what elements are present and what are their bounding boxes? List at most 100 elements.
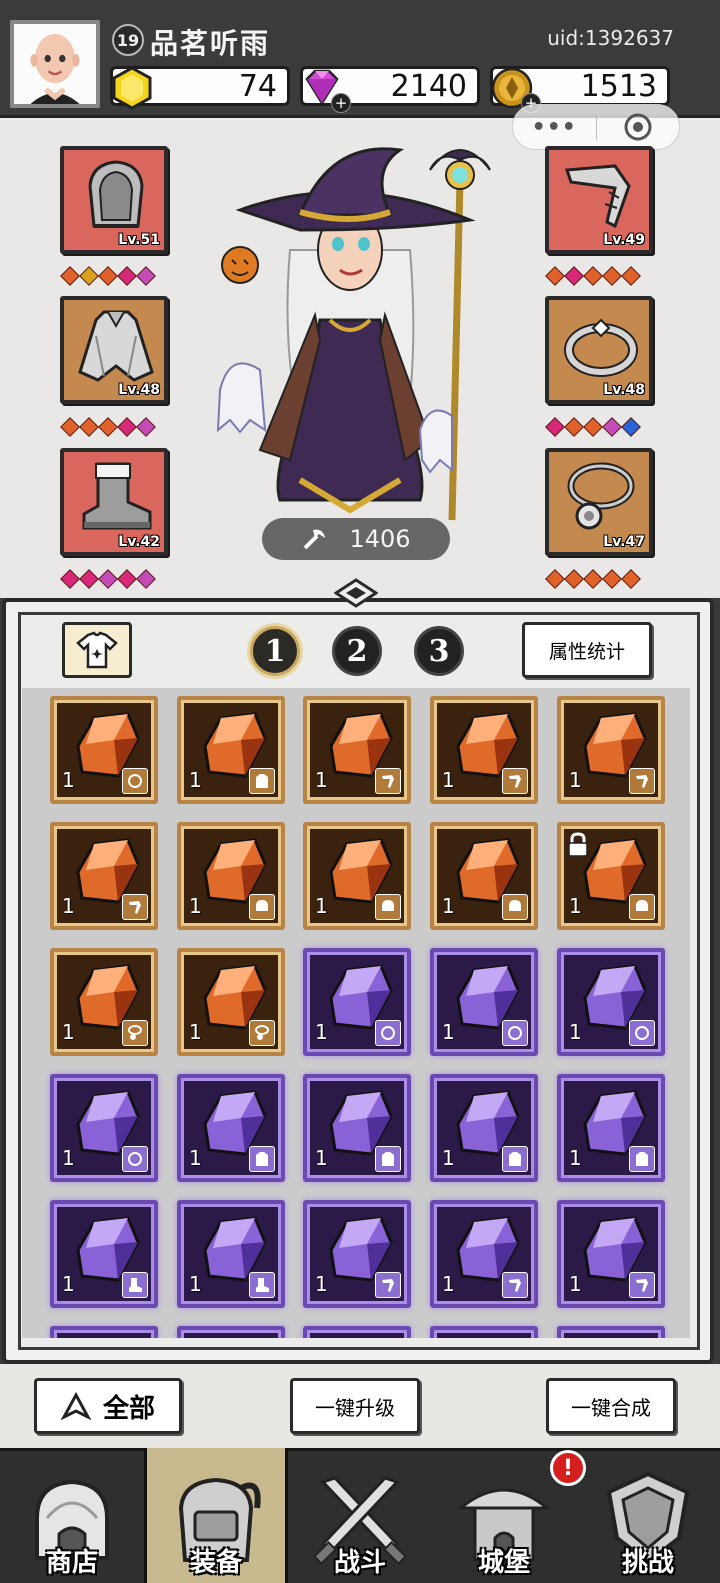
inventory-item[interactable]: 1 <box>303 1326 411 1338</box>
necklace-slot[interactable]: Lv.47 <box>545 448 653 556</box>
inventory-item[interactable]: 1 <box>430 1074 538 1182</box>
inventory-item[interactable]: 1 <box>303 948 411 1056</box>
inventory-item[interactable]: 1 <box>430 948 538 1056</box>
inventory-item[interactable]: 1 <box>177 696 285 804</box>
inventory-item[interactable]: 1 <box>177 948 285 1056</box>
inventory-item[interactable]: 1 <box>50 1074 158 1182</box>
equipment-type-filter-button[interactable] <box>62 622 132 678</box>
inventory-item[interactable]: 1 <box>303 822 411 930</box>
star-gem-icon <box>564 569 584 589</box>
necklace-type-icon <box>128 1025 142 1040</box>
nav-castle-label: 城堡 <box>477 1548 530 1578</box>
star-gem-icon <box>60 417 80 437</box>
nav-shop[interactable]: 商店 <box>0 1448 144 1583</box>
weapon-stars <box>545 266 641 286</box>
inventory-item[interactable]: 1 <box>430 822 538 930</box>
nav-challenge[interactable]: 挑战 <box>576 1448 720 1583</box>
inventory-item[interactable]: 1 <box>303 1200 411 1308</box>
inventory-item[interactable]: 1 <box>50 1200 158 1308</box>
helmet-type-icon <box>636 900 648 911</box>
inventory-item[interactable]: 1 <box>303 696 411 804</box>
filter-all-button[interactable]: 全部 <box>34 1378 182 1434</box>
inventory-item[interactable]: 1 <box>50 1326 158 1338</box>
inventory-page-tab-2[interactable]: 2 <box>332 626 382 676</box>
helmet-level: Lv.51 <box>118 232 160 248</box>
inventory-item[interactable]: 1 <box>557 1200 665 1308</box>
inventory-item[interactable]: 1 <box>557 696 665 804</box>
helmet-type-icon <box>256 900 268 911</box>
item-quantity: 1 <box>569 1020 582 1044</box>
inventory-item[interactable]: 1 <box>430 696 538 804</box>
inventory-item[interactable]: 1 <box>50 948 158 1056</box>
item-quantity: 1 <box>62 1272 75 1296</box>
ring-level: Lv.48 <box>603 382 645 398</box>
inventory-item[interactable]: 1 <box>177 822 285 930</box>
inventory-item[interactable]: 1 <box>430 1326 538 1338</box>
inventory-item[interactable]: 1 <box>177 1074 285 1182</box>
nav-equipment[interactable]: 装备 <box>144 1448 288 1583</box>
armor-slot[interactable]: Lv.48 <box>60 296 168 404</box>
inventory-item[interactable]: 1 <box>303 1074 411 1182</box>
weapon-type-icon <box>382 1279 394 1292</box>
filter-all-label: 全部 <box>102 1393 155 1424</box>
star-gem-icon <box>602 569 622 589</box>
ring-slot[interactable]: Lv.48 <box>545 296 653 404</box>
boots-stars <box>60 569 156 589</box>
item-quantity: 1 <box>315 768 328 792</box>
item-quantity: 1 <box>62 1146 75 1170</box>
item-quantity: 1 <box>569 1272 582 1296</box>
inventory-item[interactable]: 1 <box>557 1074 665 1182</box>
item-quantity: 1 <box>569 894 582 918</box>
boots-level: Lv.42 <box>118 534 160 550</box>
inventory-item[interactable]: 1 <box>430 1200 538 1308</box>
inventory-item[interactable]: 1 <box>50 696 158 804</box>
inventory-item[interactable]: 1 <box>50 822 158 930</box>
close-miniprogram-button[interactable] <box>597 105 680 149</box>
item-type-badge <box>122 1146 148 1172</box>
nav-challenge-label: 挑战 <box>621 1548 674 1578</box>
inventory-item[interactable]: 1 <box>557 1326 665 1338</box>
player-avatar[interactable] <box>10 20 100 108</box>
diamond-counter[interactable]: + 2140 <box>300 66 480 113</box>
star-gem-icon <box>117 417 137 437</box>
cape-armor-icon <box>78 310 154 382</box>
upgrade-all-button[interactable]: 一键升级 <box>290 1378 420 1434</box>
helmet-type-icon <box>509 900 521 911</box>
star-gem-icon <box>60 569 80 589</box>
item-type-badge <box>629 1272 655 1298</box>
helmet-slot[interactable]: Lv.51 <box>60 146 168 254</box>
inventory-item[interactable]: 1 <box>177 1200 285 1308</box>
miniprogram-capsule[interactable]: ••• <box>512 104 680 150</box>
item-quantity: 1 <box>315 894 328 918</box>
inventory-grid[interactable]: 1 1 1 1 1 1 1 1 1 1 1 1 1 1 1 1 1 1 1 1 1 1 1 1 1 1 1 1 1 1 <box>22 688 690 1338</box>
attribute-stats-button[interactable]: 属性统计 <box>522 622 652 678</box>
item-type-badge <box>502 894 528 920</box>
weapon-slot[interactable]: Lv.49 <box>545 146 653 254</box>
gem-counter[interactable]: 74 <box>110 66 290 110</box>
item-quantity: 1 <box>569 1146 582 1170</box>
inventory-page-tab-3[interactable]: 3 <box>414 626 464 676</box>
star-gem-icon <box>98 266 118 286</box>
inventory-item[interactable]: 1 <box>557 948 665 1056</box>
armor-type-icon <box>256 774 268 788</box>
hero-witch-character[interactable] <box>190 140 530 530</box>
diamond-add-icon[interactable]: + <box>331 93 351 113</box>
inventory-item[interactable]: 1 <box>177 1326 285 1338</box>
boots-slot[interactable]: Lv.42 <box>60 448 168 556</box>
inventory-page-tab-1[interactable]: 1 <box>250 626 300 676</box>
item-type-badge <box>122 1020 148 1046</box>
coin-counter[interactable]: + 1513 <box>490 66 670 113</box>
inventory-item[interactable]: 1 <box>557 822 665 930</box>
armor-type-icon <box>636 1152 648 1166</box>
nav-equipment-label: 装备 <box>189 1548 242 1578</box>
item-type-badge <box>629 1146 655 1172</box>
item-quantity: 1 <box>442 1146 455 1170</box>
item-type-badge <box>629 894 655 920</box>
necklace-stars <box>545 569 641 589</box>
hero-power-value: 1406 <box>349 525 411 553</box>
castle-alert-badge: ! <box>550 1450 586 1486</box>
merge-all-button[interactable]: 一键合成 <box>546 1378 676 1434</box>
star-gem-icon <box>545 266 565 286</box>
ring-icon <box>564 318 638 377</box>
nav-battle[interactable]: 战斗 <box>288 1448 432 1583</box>
